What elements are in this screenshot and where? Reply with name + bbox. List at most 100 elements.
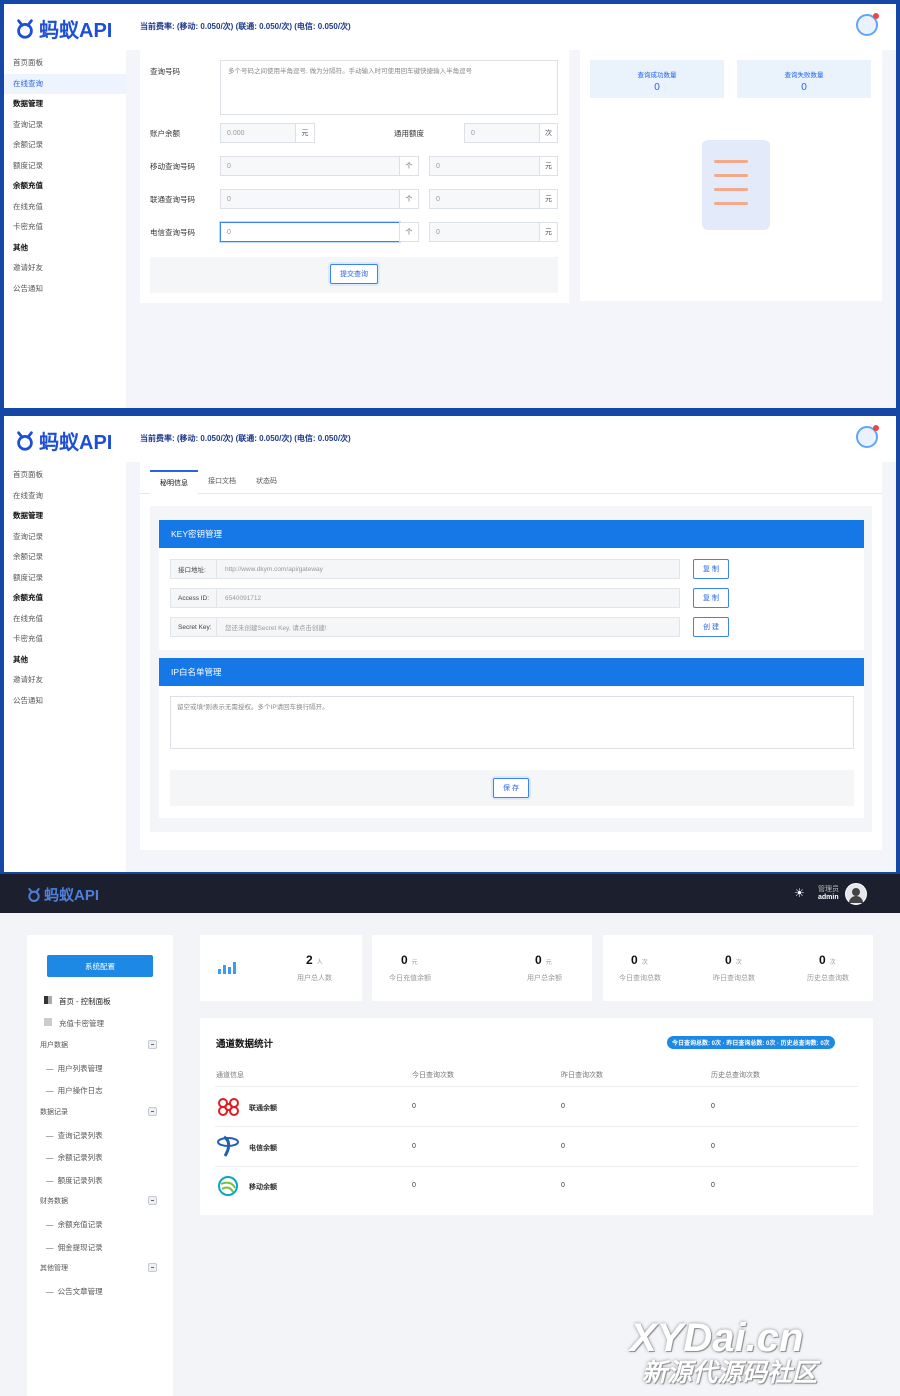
collapse-other-icon[interactable] — [148, 1263, 157, 1272]
sidebar: 首页面板 在线查询 数据管理 查询记录 余额记录 额度记录 余额充值 在线充值 … — [4, 50, 126, 408]
submit-query-button[interactable]: 提交查询 — [330, 264, 378, 284]
unicom-cost-unit: 元 — [539, 189, 558, 209]
sidebar-item-query[interactable]: 在线查询 — [4, 73, 126, 94]
stat-card-queries — [603, 935, 873, 1001]
sidebar-item-online-recharge[interactable]: 在线充值 — [4, 609, 126, 630]
success-count-label: 查询成功数量 — [637, 72, 677, 79]
sidebar-item-invite[interactable]: 邀请好友 — [4, 258, 126, 279]
tab-api-doc[interactable]: 接口文档 — [198, 470, 246, 494]
telecom-label: 电信查询号码 — [150, 228, 195, 237]
sidebar-item-card-recharge[interactable]: 卡密充值 — [4, 217, 126, 238]
admin-username: admin — [818, 894, 839, 901]
sidebar-item-balance-log[interactable]: 余额记录 — [4, 135, 126, 156]
menu-user-log[interactable]: — 用户操作日志 — [46, 1085, 103, 1096]
admin-logo: 蚂蚁API — [26, 884, 99, 905]
menu-quota-records[interactable]: — 额度记录列表 — [46, 1175, 103, 1186]
telecom-count-unit: 个 — [399, 222, 419, 242]
sidebar-item-query-log[interactable]: 查询记录 — [4, 115, 126, 136]
collapse-record-icon[interactable] — [148, 1107, 157, 1116]
tab-status-code[interactable]: 状态码 — [246, 470, 287, 494]
menu-group-finance[interactable]: 财务数据 — [40, 1196, 68, 1206]
menu-balance-records[interactable]: — 余额记录列表 — [46, 1152, 103, 1163]
sidebar-item-balance-log[interactable]: 余额记录 — [4, 547, 126, 568]
menu-group-user[interactable]: 用户数据 — [40, 1040, 68, 1050]
sidebar-item-home[interactable]: 首页面板 — [4, 465, 126, 486]
api-url-value: http://www.dkym.com/api/gateway — [225, 565, 323, 573]
sidebar-item-quota-log[interactable]: 额度记录 — [4, 568, 126, 589]
menu-group-record[interactable]: 数据记录 — [40, 1107, 68, 1117]
sidebar-item-notice[interactable]: 公告通知 — [4, 279, 126, 300]
menu-user-list[interactable]: — 用户列表管理 — [46, 1063, 103, 1074]
row-divider — [215, 1166, 858, 1167]
stat-users-num: 2 — [306, 953, 313, 967]
logo: 蚂蚁API — [14, 14, 112, 43]
th-today: 今日查询次数 — [412, 1072, 454, 1079]
copy-api-url-button[interactable]: 复 制 — [693, 559, 729, 579]
sidebar-item-quota-log[interactable]: 额度记录 — [4, 156, 126, 177]
telecom-count-input[interactable]: 0 — [220, 222, 400, 242]
user-avatar-icon[interactable] — [856, 13, 879, 36]
stat-users-value: 2人 — [306, 953, 323, 967]
sidebar-item-notice[interactable]: 公告通知 — [4, 691, 126, 712]
watermark-line2: 新源代源码社区 — [642, 1359, 818, 1387]
collapse-user-icon[interactable] — [148, 1040, 157, 1049]
ant-logo-icon — [28, 887, 40, 902]
sidebar-item-online-recharge[interactable]: 在线充值 — [4, 197, 126, 218]
collapse-finance-icon[interactable] — [148, 1196, 157, 1205]
stat-today-recharge-value: 0元 — [401, 953, 418, 967]
sun-icon[interactable]: ☀ — [794, 886, 805, 900]
ant-logo-icon — [17, 18, 33, 39]
menu-dashboard[interactable]: 首页 - 控制面板 — [59, 996, 111, 1007]
quota-unit: 次 — [539, 123, 558, 143]
telecom-cost-unit: 元 — [539, 222, 558, 242]
admin-role: 管理员 — [818, 886, 839, 893]
menu-card-manage[interactable]: 充值卡密管理 — [59, 1018, 104, 1029]
menu-withdraw-records[interactable]: — 佣金提现记录 — [46, 1242, 103, 1253]
sidebar-item-query[interactable]: 在线查询 — [4, 486, 126, 507]
row-mobile-name: 移动余额 — [249, 1184, 277, 1191]
tab-bar: 秘明信息 接口文档 状态码 — [150, 470, 287, 494]
save-button[interactable]: 保 存 — [493, 778, 529, 798]
row-telecom-name: 电信余额 — [249, 1145, 277, 1152]
menu-quota-records-label: 额度记录列表 — [57, 1176, 103, 1185]
row-unicom-name: 联通余额 — [249, 1105, 277, 1112]
notification-dot — [873, 425, 879, 431]
stat-total-balance-unit: 元 — [545, 960, 552, 966]
ip-whitelist-textarea[interactable]: 留空或填*则表示无需授权。多个IP请回车换行隔开。 — [170, 696, 854, 749]
stat-today-query-unit: 次 — [641, 960, 648, 966]
notification-dot — [873, 13, 879, 19]
tab-secret-info[interactable]: 秘明信息 — [150, 470, 198, 494]
china-mobile-icon — [218, 1176, 238, 1196]
menu-article-manage[interactable]: — 公告文章管理 — [46, 1286, 103, 1297]
fail-count-value: 0 — [801, 82, 807, 93]
query-screen: 蚂蚁API 当前费率: (移动: 0.050/次) (联通: 0.050/次) … — [4, 4, 896, 408]
sidebar-item-card-recharge[interactable]: 卡密充值 — [4, 629, 126, 650]
menu-article-manage-label: 公告文章管理 — [57, 1287, 103, 1296]
sidebar-item-home[interactable]: 首页面板 — [4, 53, 126, 74]
mobile-count-input[interactable]: 0 — [220, 156, 400, 176]
number-textarea[interactable]: 多个号码之间使用半角逗号, 做为分隔符。手动输入时可使用回车键快捷输入半角逗号 — [220, 60, 558, 115]
sidebar-item-invite[interactable]: 邀请好友 — [4, 670, 126, 691]
watermark-line1: XYDai.cn — [630, 1316, 804, 1360]
menu-recharge-records[interactable]: — 余额充值记录 — [46, 1219, 103, 1230]
create-secret-key-button[interactable]: 创 建 — [693, 617, 729, 637]
admin-avatar-icon[interactable] — [845, 883, 867, 905]
balance-field: 0.000 — [220, 123, 296, 143]
top-header — [4, 416, 896, 462]
sidebar: 首页面板 在线查询 数据管理 查询记录 余额记录 额度记录 余额充值 在线充值 … — [4, 462, 126, 872]
unicom-count-input[interactable]: 0 — [220, 189, 400, 209]
sidebar-item-query-log[interactable]: 查询记录 — [4, 527, 126, 548]
system-config-button[interactable]: 系统配置 — [47, 955, 153, 977]
menu-query-records[interactable]: — 查询记录列表 — [46, 1130, 103, 1141]
copy-access-id-button[interactable]: 复 制 — [693, 588, 729, 608]
success-count-value: 0 — [654, 82, 660, 93]
user-avatar-icon[interactable] — [856, 425, 879, 448]
stat-today-recharge-num: 0 — [401, 953, 408, 967]
china-telecom-icon — [217, 1135, 239, 1157]
stat-today-query-value: 0次 — [631, 953, 648, 967]
menu-balance-records-label: 余额记录列表 — [57, 1153, 103, 1162]
menu-group-other[interactable]: 其他管理 — [40, 1263, 68, 1273]
api-url-row: 接口地址: http://www.dkym.com/api/gateway — [170, 559, 680, 579]
stat-today-recharge-unit: 元 — [411, 960, 418, 966]
channel-summary-badge: 今日查询总数: 0次 · 昨日查询总数: 0次 · 历史总查询数: 0次 — [667, 1036, 835, 1049]
